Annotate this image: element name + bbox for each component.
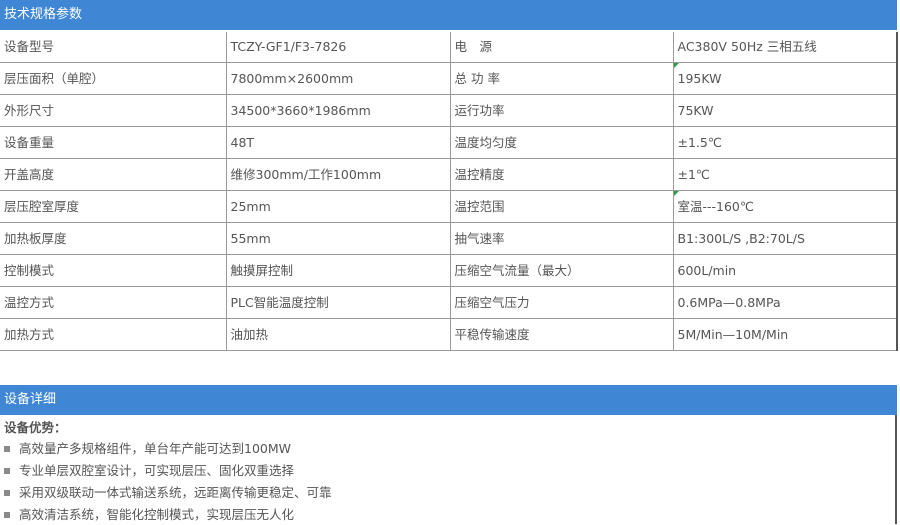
spec-value: 34500*3660*1986mm: [225, 94, 451, 127]
spec-value: AC380V 50Hz 三相五线: [672, 32, 898, 63]
advantage-text: 采用双级联动一体式输送系统，远距离传输更稳定、可靠: [19, 485, 332, 500]
spec-row: 层压面积（单腔） 7800mm×2600mm 总 功 率 195KW: [0, 62, 898, 95]
advantage-text: 专业单层双腔室设计，可实现层压、固化双重选择: [19, 463, 295, 478]
spec-value: 195KW: [672, 62, 898, 95]
spec-row: 设备型号 TCZY-GF1/F3-7826 电 源 AC380V 50Hz 三相五线: [0, 32, 898, 63]
spec-row: 加热方式 油加热 平稳传输速度 5M/Min—10M/Min: [0, 318, 898, 351]
spec-row: 设备重量 48T 温度均匀度 ±1.5℃: [0, 126, 898, 159]
spec-label: 层压面积（单腔）: [0, 62, 227, 95]
spec-label: 平稳传输速度: [449, 318, 674, 351]
detail-section-header: 设备详细: [0, 385, 897, 415]
spec-value: 室温---160℃: [672, 190, 898, 223]
spec-label: 压缩空气压力: [449, 286, 674, 319]
spec-row: 控制模式 触摸屏控制 压缩空气流量（最大） 600L/min: [0, 254, 898, 287]
spec-label: 运行功率: [449, 94, 674, 127]
spec-value: B1:300L/S ,B2:70L/S: [672, 222, 898, 255]
spec-value: ±1.5℃: [672, 126, 898, 159]
spec-value: 油加热: [225, 318, 451, 351]
spec-label: 总 功 率: [449, 62, 674, 95]
advantages-title: 设备优势：: [4, 420, 67, 435]
spec-section-header: 技术规格参数: [0, 0, 897, 30]
spec-label: 抽气速率: [449, 222, 674, 255]
spec-value: 维修300mm/工作100mm: [225, 158, 451, 191]
spec-value: 600L/min: [672, 254, 898, 287]
advantage-item: 高效量产多规格组件，单台年产能可达到100MW: [4, 439, 291, 459]
spec-label: 压缩空气流量（最大）: [449, 254, 674, 287]
spec-value: 75KW: [672, 94, 898, 127]
spec-label: 温控精度: [449, 158, 674, 191]
spec-label: 层压腔室厚度: [0, 190, 227, 223]
spec-label: 外形尺寸: [0, 94, 227, 127]
spec-label: 设备重量: [0, 126, 227, 159]
spec-value: 0.6MPa—0.8MPa: [672, 286, 898, 319]
spec-table: 设备型号 TCZY-GF1/F3-7826 电 源 AC380V 50Hz 三相五线层…: [0, 32, 898, 351]
advantage-text: 高效清洁系统，智能化控制模式，实现层压无人化: [19, 507, 295, 522]
spec-label: 加热方式: [0, 318, 227, 351]
spec-row: 加热板厚度 55mm 抽气速率 B1:300L/S ,B2:70L/S: [0, 222, 898, 255]
spec-value: 7800mm×2600mm: [225, 62, 451, 95]
spec-label: 控制模式: [0, 254, 227, 287]
spec-label: 开盖高度: [0, 158, 227, 191]
square-bullet-icon: [4, 467, 10, 474]
spec-label: 温控方式: [0, 286, 227, 319]
square-bullet-icon: [4, 445, 10, 452]
spec-label: 电 源: [449, 32, 674, 63]
spec-value: 25mm: [225, 190, 451, 223]
advantage-text: 高效量产多规格组件，单台年产能可达到100MW: [19, 441, 292, 456]
spec-row: 层压腔室厚度 25mm 温控范围 室温---160℃: [0, 190, 898, 223]
spec-value: TCZY-GF1/F3-7826: [225, 32, 451, 63]
spec-value: 5M/Min—10M/Min: [672, 318, 898, 351]
square-bullet-icon: [4, 511, 10, 518]
detail-panel: 设备优势： 高效量产多规格组件，单台年产能可达到100MW 专业单层双腔室设计，…: [0, 415, 897, 524]
advantage-item: 专业单层双腔室设计，可实现层压、固化双重选择: [4, 461, 294, 481]
spec-value: PLC智能温度控制: [225, 286, 451, 319]
spec-table-body: 设备型号 TCZY-GF1/F3-7826 电 源 AC380V 50Hz 三相五线层…: [0, 32, 898, 351]
spec-label: 设备型号: [0, 32, 227, 63]
spec-value: ±1℃: [672, 158, 898, 191]
spec-label: 温度均匀度: [449, 126, 674, 159]
spec-label: 加热板厚度: [0, 222, 227, 255]
spec-row: 外形尺寸 34500*3660*1986mm 运行功率 75KW: [0, 94, 898, 127]
advantage-item: 采用双级联动一体式输送系统，远距离传输更稳定、可靠: [4, 483, 332, 503]
spec-value: 触摸屏控制: [225, 254, 451, 287]
spec-row: 温控方式 PLC智能温度控制 压缩空气压力 0.6MPa—0.8MPa: [0, 286, 898, 319]
advantage-item: 高效清洁系统，智能化控制模式，实现层压无人化: [4, 505, 294, 525]
spec-label: 温控范围: [449, 190, 674, 223]
square-bullet-icon: [4, 489, 10, 496]
spec-row: 开盖高度 维修300mm/工作100mm 温控精度 ±1℃: [0, 158, 898, 191]
spec-value: 55mm: [225, 222, 451, 255]
spec-value: 48T: [225, 126, 451, 159]
